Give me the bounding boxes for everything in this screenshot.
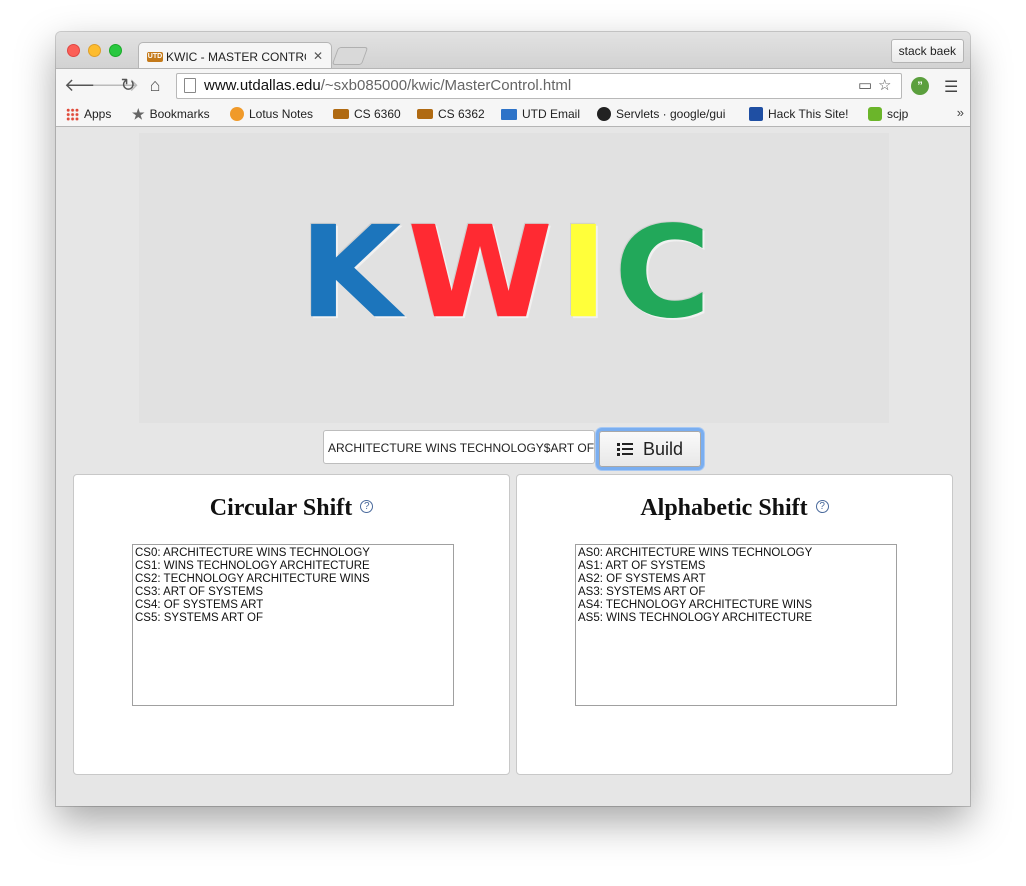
blog-icon (868, 107, 882, 121)
bookmark-utd-email[interactable]: UTD Email (501, 106, 580, 122)
list-item: AS0: ARCHITECTURE WINS TECHNOLOGY (578, 547, 813, 559)
minimize-window-button[interactable] (88, 44, 101, 57)
tab-close-icon[interactable]: ✕ (313, 49, 323, 63)
address-bar[interactable]: www.utdallas.edu/~sxb085000/kwic/MasterC… (176, 73, 902, 99)
bookmark-bookmarks[interactable]: ★ Bookmarks (132, 106, 210, 122)
bookmark-lotus-notes[interactable]: Lotus Notes (230, 106, 313, 122)
page-content: K W I C ARCHITECTURE WINS TECHNOLOGY$ART… (56, 127, 970, 806)
zoom-window-button[interactable] (109, 44, 122, 57)
list-item: CS4: OF SYSTEMS ART (135, 599, 264, 611)
browser-window: UTD KWIC - MASTER CONTROL ✕ stack baek 🡐… (56, 32, 970, 806)
bookmark-servlets[interactable]: Servlets · google/gui (597, 106, 733, 122)
bookmark-label: CS 6362 (438, 107, 485, 121)
page-icon (184, 78, 196, 93)
bookmark-star-icon[interactable]: ☆ (878, 76, 891, 94)
build-button[interactable]: Build (599, 431, 701, 467)
list-item: CS3: ART OF SYSTEMS (135, 586, 264, 598)
star-icon: ★ (132, 106, 145, 122)
list-item: AS1: ART OF SYSTEMS (578, 560, 706, 572)
back-arrow-icon[interactable]: 🡐 (64, 75, 112, 96)
help-icon[interactable]: ? (815, 499, 829, 513)
hangouts-icon[interactable]: ” (911, 77, 929, 95)
list-item: CS5: SYSTEMS ART OF (135, 612, 264, 624)
circular-shift-title: Circular Shift? (74, 495, 509, 522)
browser-tab[interactable]: UTD KWIC - MASTER CONTROL ✕ (138, 42, 332, 70)
profile-button[interactable]: stack baek (890, 39, 964, 63)
forward-arrow-icon[interactable]: 🡒 (91, 75, 139, 96)
bookmark-scjp[interactable]: scjp (868, 106, 908, 122)
alphabetic-shift-listbox[interactable]: AS0: ARCHITECTURE WINS TECHNOLOGY AS1: A… (575, 544, 897, 706)
bookmark-cs6362[interactable]: CS 6362 (417, 106, 485, 122)
browser-toolbar: 🡐 🡒 ↻ ⌂ www.utdallas.edu/~sxb085000/kwic… (56, 68, 970, 103)
bookmark-label: CS 6360 (354, 107, 401, 121)
window-controls (67, 44, 122, 57)
list-icon (616, 442, 633, 456)
home-icon[interactable]: ⌂ (145, 75, 165, 96)
bookmark-label: Lotus Notes (249, 107, 314, 121)
list-item: AS4: TECHNOLOGY ARCHITECTURE WINS (578, 599, 813, 611)
more-bookmarks-icon[interactable]: » (957, 105, 964, 120)
alphabetic-shift-title: Alphabetic Shift? (517, 495, 952, 522)
bookmarks-bar: Apps ★ Bookmarks Lotus Notes CS 6360 CS 6… (56, 102, 970, 127)
bookmark-label: Apps (84, 107, 112, 121)
url-host: www.utdallas.edu (204, 77, 321, 94)
help-icon[interactable]: ? (360, 499, 374, 513)
bookmark-hack-this-site[interactable]: Hack This Site! (749, 106, 848, 122)
list-item: AS2: OF SYSTEMS ART (578, 573, 706, 585)
bookmark-label: Bookmarks (149, 107, 210, 121)
bookmark-label: Hack This Site! (768, 107, 849, 121)
bookmark-label: scjp (887, 107, 909, 121)
kwic-logo-text: K W I C (299, 203, 711, 343)
mail-icon (501, 108, 517, 120)
utd-icon (333, 109, 349, 119)
bookmark-cs6360[interactable]: CS 6360 (333, 106, 401, 122)
tab-bar: UTD KWIC - MASTER CONTROL ✕ stack baek (56, 32, 970, 70)
hackthissite-icon (749, 107, 763, 121)
logo-letter-i: I (558, 199, 609, 347)
utd-favicon-icon: UTD (147, 52, 163, 62)
github-icon (597, 107, 611, 121)
utd-icon (417, 109, 433, 119)
apps-grid-icon (66, 107, 79, 121)
alphabetic-shift-panel: Alphabetic Shift? AS0: ARCHITECTURE WINS… (516, 474, 953, 775)
reader-mode-icon[interactable]: ▭ (858, 76, 872, 94)
url-text: www.utdallas.edu/~sxb085000/kwic/MasterC… (204, 77, 571, 94)
url-path: /~sxb085000/kwic/MasterControl.html (320, 77, 572, 94)
menu-icon[interactable]: ☰ (944, 77, 958, 97)
alphabetic-shift-heading: Alphabetic Shift (640, 495, 808, 521)
list-item: CS2: TECHNOLOGY ARCHITECTURE WINS (135, 573, 370, 585)
reload-icon[interactable]: ↻ (118, 75, 138, 96)
list-item: AS5: WINS TECHNOLOGY ARCHITECTURE (578, 612, 813, 624)
kwic-input-field[interactable]: ARCHITECTURE WINS TECHNOLOGY$ART OF SY (323, 430, 595, 464)
list-item: CS0: ARCHITECTURE WINS TECHNOLOGY (135, 547, 370, 559)
kwic-logo: K W I C (139, 133, 889, 423)
circular-shift-listbox[interactable]: CS0: ARCHITECTURE WINS TECHNOLOGY CS1: W… (132, 544, 454, 706)
tab-title: KWIC - MASTER CONTROL (166, 50, 306, 64)
logo-letter-w: W (407, 199, 553, 347)
close-window-button[interactable] (67, 44, 80, 57)
build-button-label: Build (642, 438, 684, 459)
bookmark-label: Servlets · google/gui (616, 107, 726, 121)
list-item: AS3: SYSTEMS ART OF (578, 586, 706, 598)
new-tab-button[interactable] (331, 47, 369, 65)
circular-shift-heading: Circular Shift (209, 495, 353, 521)
bookmark-label: UTD Email (522, 107, 581, 121)
list-item: CS1: WINS TECHNOLOGY ARCHITECTURE (135, 560, 370, 572)
logo-letter-c: C (614, 199, 711, 347)
logo-letter-k: K (299, 199, 402, 347)
bookmark-apps[interactable]: Apps (66, 106, 111, 122)
lotus-icon (230, 107, 244, 121)
circular-shift-panel: Circular Shift? CS0: ARCHITECTURE WINS T… (73, 474, 510, 775)
